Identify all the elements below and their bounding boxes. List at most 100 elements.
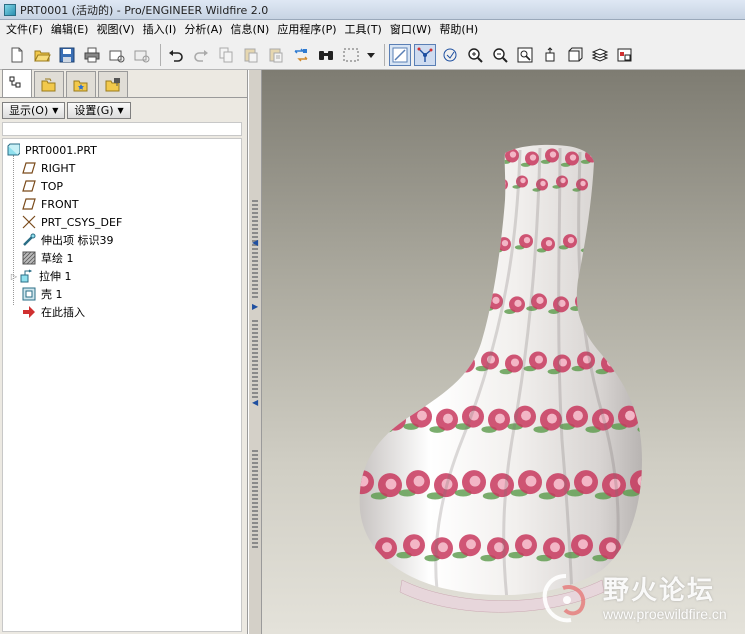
floral-leaf xyxy=(592,185,601,189)
protrusion-icon xyxy=(21,232,37,248)
menu-help[interactable]: 帮助(H) xyxy=(435,21,482,39)
open-folder-icon[interactable] xyxy=(31,44,53,66)
menu-insert[interactable]: 插入(I) xyxy=(139,21,181,39)
tree-item-label: 在此插入 xyxy=(41,306,85,319)
tree-item[interactable]: RIGHT xyxy=(21,159,75,177)
orient-icon[interactable] xyxy=(439,44,461,66)
floral-rose-center xyxy=(462,358,472,367)
tree-item-label: PRT_CSYS_DEF xyxy=(41,215,123,229)
tree-item[interactable]: 在此插入 xyxy=(21,303,85,321)
menu-info[interactable]: 信息(N) xyxy=(227,21,274,39)
floral-rose-center xyxy=(470,299,478,307)
view-manager-icon[interactable] xyxy=(614,44,636,66)
save-icon[interactable] xyxy=(56,44,78,66)
expand-arrow-icon[interactable]: ▶ xyxy=(252,302,258,311)
floral-rose-center xyxy=(651,414,661,424)
tree-item[interactable]: TOP xyxy=(21,177,63,195)
menu-view[interactable]: 视图(V) xyxy=(92,21,138,39)
new-file-icon[interactable] xyxy=(6,44,28,66)
collapse-arrow-icon[interactable]: ◀ xyxy=(252,238,258,247)
show-dropdown[interactable]: 显示(O) ▼ xyxy=(2,101,66,119)
dropdown-icon[interactable] xyxy=(365,44,377,66)
menu-tools[interactable]: 工具(T) xyxy=(341,21,386,39)
paste-icon[interactable] xyxy=(240,44,262,66)
print-icon[interactable] xyxy=(81,44,103,66)
menu-window[interactable]: 窗口(W) xyxy=(386,21,435,39)
tree-item[interactable]: FRONT xyxy=(21,195,79,213)
favorites-icon xyxy=(73,80,88,91)
model-tree-tab[interactable] xyxy=(2,69,32,97)
settings-dropdown[interactable]: 设置(G) ▼ xyxy=(67,101,131,119)
menu-file[interactable]: 文件(F) xyxy=(2,21,47,39)
tree-item[interactable]: ▷ 拉伸 1 xyxy=(9,267,72,285)
send-mail-icon[interactable] xyxy=(106,44,128,66)
floral-rose xyxy=(601,354,619,373)
splitter-grip[interactable] xyxy=(252,200,258,300)
floral-rose xyxy=(457,354,475,373)
folder-browser-tab[interactable] xyxy=(34,71,64,97)
tree-item[interactable]: 伸出项 标识39 xyxy=(21,231,114,249)
refit-icon[interactable] xyxy=(514,44,536,66)
floral-rose xyxy=(585,148,599,163)
title-bar: PRT0001 (活动的) - Pro/ENGINEER Wildfire 2.… xyxy=(0,0,745,20)
spin-center-icon[interactable] xyxy=(414,43,436,66)
tree-item[interactable]: 草绘 1 xyxy=(21,249,74,267)
floral-rose-center xyxy=(600,177,606,184)
floral-leaf xyxy=(580,248,591,253)
splitter-grip[interactable] xyxy=(252,450,258,550)
floral-leaf xyxy=(451,368,465,375)
main-toolbar xyxy=(0,40,745,70)
floral-rose-center xyxy=(581,475,593,487)
expand-arrow-icon[interactable]: ▷ xyxy=(9,272,19,281)
find-icon[interactable] xyxy=(315,44,337,66)
vase-model[interactable] xyxy=(342,140,662,620)
send-mail-2-icon[interactable] xyxy=(131,44,153,66)
datum-plane-icon xyxy=(21,160,37,176)
datum-display-icon[interactable] xyxy=(389,43,411,66)
floral-rose-center xyxy=(534,355,544,364)
floral-rose-center xyxy=(417,410,427,421)
redo-icon[interactable] xyxy=(190,44,212,66)
reorient-icon[interactable] xyxy=(539,44,561,66)
floral-rose-center xyxy=(536,296,544,304)
zoom-out-icon[interactable] xyxy=(489,44,511,66)
floral-rose-center xyxy=(545,239,553,247)
sketch-icon xyxy=(21,250,37,266)
undo-icon[interactable] xyxy=(165,44,187,66)
floral-rose-center xyxy=(529,154,537,161)
forum-logo-icon xyxy=(542,574,586,623)
collapse-arrow-icon[interactable]: ◀ xyxy=(252,398,258,407)
tree-item[interactable]: PRT_CSYS_DEF xyxy=(21,213,122,231)
panel-splitter[interactable]: ◀ ▶ ◀ xyxy=(248,70,262,634)
show-dropdown-label: 显示(O) xyxy=(9,103,49,117)
saved-views-icon[interactable] xyxy=(564,44,586,66)
folder-browser-icon xyxy=(41,78,56,91)
menu-applications[interactable]: 应用程序(P) xyxy=(273,21,340,39)
zoom-in-icon[interactable] xyxy=(464,44,486,66)
splitter-grip[interactable] xyxy=(252,320,258,400)
floral-rose-center xyxy=(479,236,487,244)
paste-special-icon[interactable] xyxy=(265,44,287,66)
floral-rose-center xyxy=(438,542,448,553)
floral-rose xyxy=(585,237,599,252)
floral-rose xyxy=(465,296,481,313)
floral-rose-center xyxy=(550,542,560,553)
menu-analysis[interactable]: 分析(A) xyxy=(180,21,226,39)
tree-root[interactable]: PRT0001.PRT xyxy=(5,141,97,159)
select-box-icon[interactable] xyxy=(340,44,362,66)
csys-icon xyxy=(21,214,37,230)
favorites-tab[interactable] xyxy=(66,71,96,97)
floral-rose xyxy=(433,351,451,370)
tree-filter-field[interactable] xyxy=(2,122,242,136)
layers-icon[interactable] xyxy=(589,44,611,66)
tree-item-label: 壳 1 xyxy=(41,288,63,301)
connections-tab[interactable] xyxy=(98,71,128,97)
panel-tabs xyxy=(0,69,248,98)
floral-rose-center xyxy=(573,410,583,421)
graphics-window[interactable]: 野火论坛 www.proewildfire.cn xyxy=(262,70,745,634)
menu-edit[interactable]: 编辑(E) xyxy=(47,21,93,39)
floral-rose-center xyxy=(495,413,505,424)
tree-item[interactable]: 壳 1 xyxy=(21,285,63,303)
regenerate-icon[interactable] xyxy=(290,44,312,66)
copy-icon[interactable] xyxy=(215,44,237,66)
